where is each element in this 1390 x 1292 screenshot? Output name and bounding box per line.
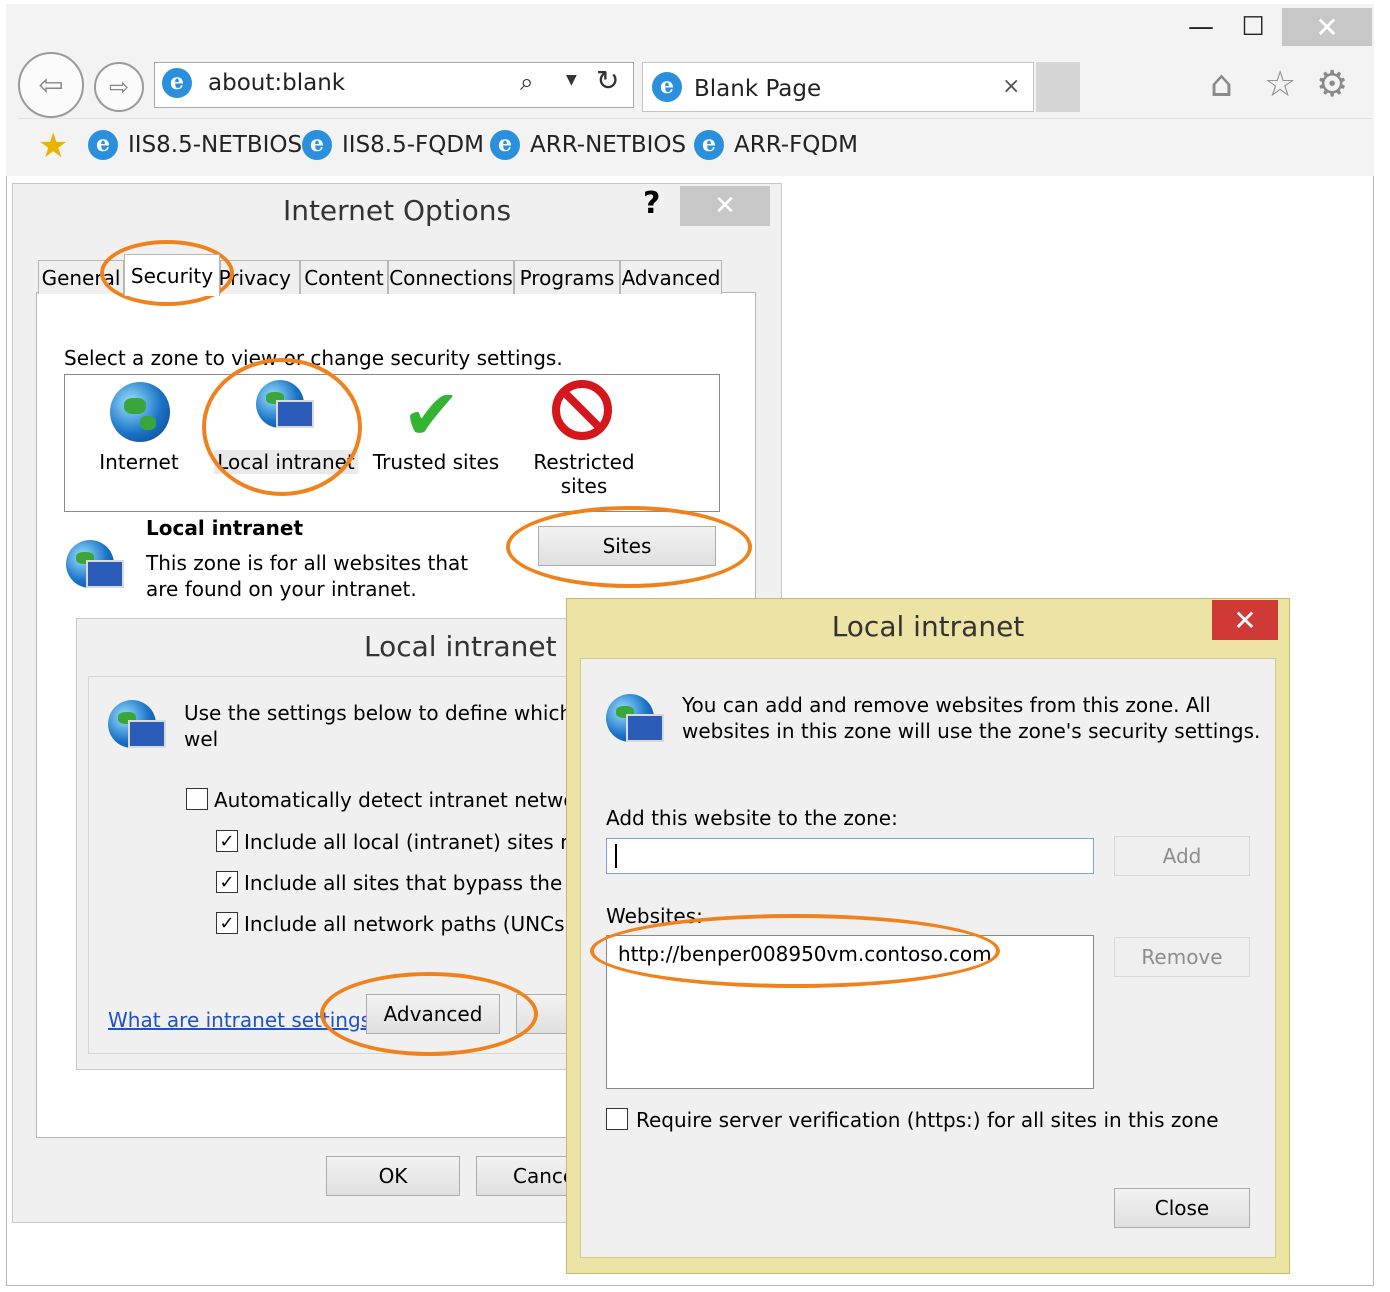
- checkmark-icon[interactable]: ✔: [402, 374, 461, 456]
- dialog-title: Local intranet: [364, 630, 557, 663]
- selected-zone-name: Local intranet: [146, 516, 304, 540]
- intranet-icon: [66, 540, 124, 588]
- tab-title: Blank Page: [694, 76, 822, 102]
- intranet-settings-help-link[interactable]: What are intranet settings?: [108, 1008, 382, 1032]
- tab-close-icon[interactable]: ×: [1002, 74, 1020, 99]
- ie-icon: e: [694, 130, 724, 160]
- chevron-down-icon[interactable]: ▼: [566, 72, 577, 88]
- dialog-title: Local intranet: [831, 610, 1025, 643]
- intranet-icon: [606, 694, 664, 742]
- checkbox-label: Include all local (intranet) sites not l: [244, 830, 566, 854]
- ie-icon: e: [88, 130, 118, 160]
- ie-icon: e: [162, 68, 192, 98]
- forward-icon: ⇨: [108, 73, 130, 101]
- settings-description: Use the settings below to define which w…: [184, 701, 573, 756]
- zone-prompt: Select a zone to view or change security…: [64, 346, 563, 370]
- favorites-star-icon[interactable]: ★: [38, 126, 68, 166]
- intranet-icon: [108, 700, 166, 748]
- list-item[interactable]: http://benper008950vm.contoso.com: [618, 942, 992, 966]
- checkbox-label: Include all sites that bypass the prox: [244, 871, 566, 895]
- add-website-label: Add this website to the zone:: [606, 806, 898, 830]
- tab-advanced[interactable]: Advanced: [620, 260, 722, 294]
- minimize-button[interactable]: —: [1178, 8, 1224, 46]
- tab-general[interactable]: General: [38, 260, 124, 294]
- globe-icon[interactable]: [110, 382, 170, 442]
- tab-programs[interactable]: Programs: [514, 260, 620, 294]
- include-unc-paths-checkbox[interactable]: ✓: [216, 912, 238, 934]
- add-website-input[interactable]: [606, 838, 1094, 874]
- remove-button[interactable]: Remove: [1114, 937, 1250, 977]
- star-icon[interactable]: ☆: [1264, 64, 1296, 105]
- sites-button[interactable]: Sites: [538, 526, 716, 566]
- ok-button[interactable]: OK: [326, 1156, 460, 1196]
- favorite-link[interactable]: e ARR-FQDM: [694, 130, 858, 160]
- include-local-sites-checkbox[interactable]: ✓: [216, 830, 238, 852]
- sites-description: You can add and remove websites from thi…: [682, 693, 1261, 743]
- dialog-close-button[interactable]: ✕: [1212, 600, 1278, 640]
- checkbox-label: Require server verification (https:) for…: [636, 1108, 1219, 1132]
- close-button[interactable]: Close: [1114, 1188, 1250, 1228]
- websites-label: Websites:: [606, 904, 703, 928]
- help-icon[interactable]: ?: [643, 186, 660, 221]
- include-bypass-proxy-checkbox[interactable]: ✓: [216, 871, 238, 893]
- ie-icon: e: [490, 130, 520, 160]
- zone-restricted-sites[interactable]: Restricted sites: [508, 450, 660, 498]
- favorite-link[interactable]: e IIS8.5-NETBIOS: [88, 130, 302, 160]
- address-text[interactable]: about:blank: [208, 70, 345, 96]
- intranet-icon[interactable]: [256, 380, 314, 428]
- zone-trusted-sites[interactable]: Trusted sites: [364, 450, 508, 474]
- gear-icon[interactable]: ⚙: [1316, 64, 1348, 105]
- checkbox-label: Include all network paths (UNCs): [244, 912, 573, 936]
- ie-icon: e: [652, 72, 682, 102]
- dialog-close-button[interactable]: ✕: [680, 186, 770, 226]
- forward-button[interactable]: ⇨: [94, 62, 144, 112]
- maximize-button[interactable]: ☐: [1230, 8, 1276, 46]
- tab-connections[interactable]: Connections: [388, 260, 514, 294]
- tab-content[interactable]: Content: [300, 260, 388, 294]
- favorite-link[interactable]: e ARR-NETBIOS: [490, 130, 686, 160]
- add-button[interactable]: Add: [1114, 836, 1250, 876]
- refresh-icon[interactable]: ↻: [596, 64, 619, 97]
- search-icon[interactable]: ⌕: [520, 68, 533, 96]
- back-icon: ⇦: [38, 67, 64, 103]
- zone-local-intranet[interactable]: Local intranet: [214, 450, 358, 474]
- home-icon[interactable]: ⌂: [1210, 64, 1233, 105]
- tab-privacy[interactable]: Privacy: [219, 260, 300, 294]
- require-https-checkbox[interactable]: [606, 1108, 628, 1130]
- text-caret: [615, 844, 617, 868]
- tab-security[interactable]: Security: [124, 254, 220, 296]
- back-button[interactable]: ⇦: [18, 52, 84, 118]
- zone-internet[interactable]: Internet: [64, 450, 214, 474]
- ie-icon: e: [302, 130, 332, 160]
- auto-detect-checkbox[interactable]: [186, 788, 208, 810]
- advanced-button[interactable]: Advanced: [366, 994, 500, 1034]
- selected-zone-description: This zone is for all websites that are f…: [146, 551, 469, 601]
- checkbox-label: Automatically detect intranet network: [214, 788, 596, 812]
- new-tab-button[interactable]: [1036, 62, 1080, 112]
- dialog-title: Internet Options: [282, 194, 512, 227]
- window-close-button[interactable]: ✕: [1282, 8, 1372, 46]
- favorite-link[interactable]: e IIS8.5-FQDM: [302, 130, 484, 160]
